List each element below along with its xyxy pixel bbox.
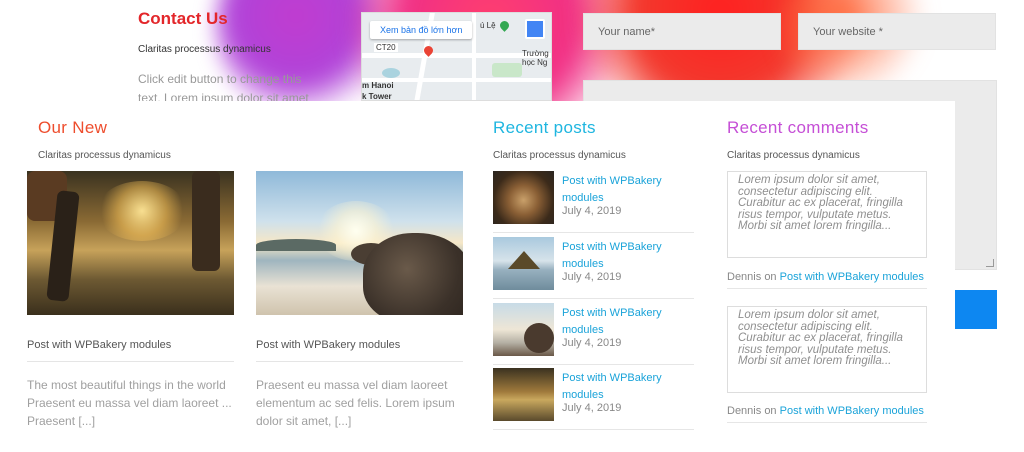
news-excerpt: The most beautiful things in the world P… [27,378,232,428]
map-label: CT20 [374,43,398,52]
contact-body-text: Click edit button to change this text. L… [138,72,309,101]
contact-title: Contact Us [138,9,228,28]
image-hiker [192,171,220,271]
comment-meta: Dennis on Post with WPBakery modules [727,406,927,423]
news-card: Post with WPBakery modules Praesent eu m… [256,171,463,430]
post-thumbnail[interactable] [493,303,554,356]
website-field[interactable]: Your website * [798,13,996,50]
image-mountain [508,251,540,269]
recent-comments-subtitle: Claritas processus dynamicus [727,150,860,161]
map-label: m Hanoi [362,81,394,90]
our-new-title: Our New [38,118,108,137]
submit-button[interactable] [955,290,997,329]
post-date: July 4, 2019 [562,205,622,217]
map-road [472,13,476,100]
post-title-link[interactable]: Post with WPBakery modules [562,239,694,273]
recent-post-item: Post with WPBakery modules July 4, 2019 [493,303,694,365]
google-map[interactable]: Xem bản đồ lớn hơn ú Lệ CT20 Trường học … [361,12,552,101]
image-hill [256,239,336,251]
post-title-link[interactable]: Post with WPBakery modules [562,370,694,404]
our-new-subtitle: Claritas processus dynamicus [38,150,171,161]
post-thumbnail[interactable] [493,237,554,290]
comment-post-link[interactable]: Post with WPBakery modules [780,271,924,283]
divider [493,232,694,233]
comment-author: Dennis [727,405,762,417]
post-thumbnail[interactable] [493,171,554,224]
divider [493,364,694,365]
news-image[interactable] [256,171,463,315]
image-sunlight [97,181,187,241]
post-title-link[interactable]: Post with WPBakery modules [562,305,694,339]
contact-subtitle: Claritas processus dynamicus [138,44,271,55]
recent-posts-subtitle: Claritas processus dynamicus [493,150,626,161]
recent-comments-title: Recent comments [727,118,869,137]
map-pin-icon [498,19,511,32]
news-excerpt: Praesent eu massa vel diam laoreet eleme… [256,378,455,428]
divider [493,298,694,299]
comment-on: on [764,271,777,283]
map-larger-link[interactable]: Xem bản đồ lớn hơn [370,21,473,39]
post-date: July 4, 2019 [562,337,622,349]
comment-bubble: Lorem ipsum dolor sit amet, consectetur … [727,171,927,258]
news-title-link[interactable]: Post with WPBakery modules [256,339,463,362]
comment-on: on [764,405,777,417]
resize-handle-icon[interactable] [986,259,994,267]
post-date: July 4, 2019 [562,271,622,283]
image-rock [524,323,554,353]
post-date: July 4, 2019 [562,402,622,414]
map-lake [382,68,400,78]
comment-author: Dennis [727,271,762,283]
map-park [492,63,522,77]
recent-post-item: Post with WPBakery modules July 4, 2019 [493,368,694,430]
comment-post-link[interactable]: Post with WPBakery modules [780,405,924,417]
news-image[interactable] [27,171,234,315]
image-rock [363,233,463,315]
recent-posts-title: Recent posts [493,118,596,137]
news-title-link[interactable]: Post with WPBakery modules [27,339,234,362]
map-label: ú Lệ [480,21,496,30]
recent-post-item: Post with WPBakery modules July 4, 2019 [493,171,694,233]
divider [493,429,694,430]
recent-post-item: Post with WPBakery modules July 4, 2019 [493,237,694,299]
post-title-link[interactable]: Post with WPBakery modules [562,173,694,207]
comment-bubble: Lorem ipsum dolor sit amet, consectetur … [727,306,927,393]
map-label: k Tower [362,92,392,101]
name-field[interactable]: Your name* [583,13,781,50]
post-thumbnail[interactable] [493,368,554,421]
news-card: Post with WPBakery modules The most beau… [27,171,234,430]
map-label: Trường học Ng [522,49,549,67]
person-icon[interactable] [525,19,545,39]
comment-meta: Dennis on Post with WPBakery modules [727,272,927,289]
